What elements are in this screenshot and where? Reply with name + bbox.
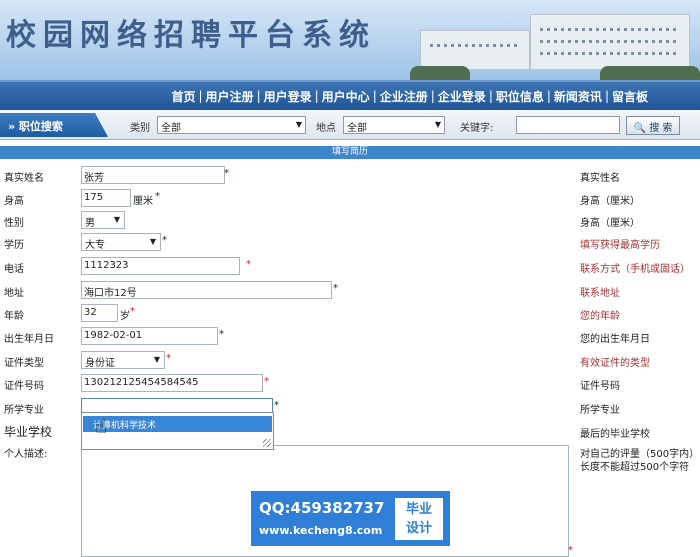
birthdate-hint: 您的出生年月日 [580,334,650,345]
watermark-url: www.kecheng8.com [259,524,383,537]
nav-guestbook[interactable]: 留言板 [612,88,648,105]
education-select[interactable]: 大专 ▼ [81,233,161,251]
gender-select[interactable]: 男 ▼ [81,211,125,229]
hand-cursor-icon: ☝ [95,414,108,438]
row-birthdate: 出生年月日 1982-02-01 * 您的出生年月日 [4,327,650,345]
search-button[interactable]: 🔍 搜 索 [626,116,680,135]
row-height: 身高 175 厘米 * 身高（厘米） [4,189,640,207]
phone-hint: 联系方式（手机或固话） [580,264,690,275]
row-education: 学历 大专 ▼ * 填写获得最高学历 [4,233,660,251]
phone-input[interactable]: 1112323 [81,257,240,275]
row-age: 年龄 32 岁 * 您的年龄 [4,304,620,322]
building-windows-3 [540,52,680,55]
major-suggestion-list: 计算机科学技术 [81,412,274,450]
trees-left [410,66,470,80]
watermark-tag: 毕业 设计 [395,498,443,540]
gender-hint: 身高（厘米） [580,218,640,229]
age-input[interactable]: 32 [81,304,118,322]
nav-jobs[interactable]: 职位信息 [496,88,544,105]
address-input[interactable]: 海口市12号 [81,281,332,299]
row-name: 真实姓名 张芳 * 真实性名 [4,166,620,184]
nav-home[interactable]: 首页 [171,88,195,105]
nav-company-login[interactable]: 企业登录 [438,88,486,105]
row-id-type: 证件类型 身份证 ▼ * 有效证件的类型 [4,351,650,369]
resize-grip-icon[interactable] [263,439,271,447]
banner: 校园网络招聘平台系统 [0,0,700,80]
watermark: QQ:459382737 www.kecheng8.com 毕业 设计 [251,491,450,546]
height-label: 身高 [4,196,24,207]
height-hint: 身高（厘米） [580,196,640,207]
section-title: 填写简历 [0,146,700,159]
search-icon: 🔍 [633,123,647,134]
age-label: 年龄 [4,311,24,322]
id-number-input[interactable]: 130212125454584545 [81,374,263,392]
site-title: 校园网络招聘平台系统 [6,18,376,53]
height-input[interactable]: 175 [81,189,131,207]
name-hint: 真实性名 [580,173,620,184]
chevron-down-icon: ▼ [153,355,160,364]
trees-right [600,66,700,80]
watermark-qq: QQ:459382737 [259,499,385,517]
row-id-number: 证件号码 130212125454584545 * 证件号码 [4,374,620,392]
chevron-down-icon: ▼ [295,120,302,129]
phone-label: 电话 [4,264,24,275]
row-address: 地址 海口市12号 * 联系地址 [4,281,620,299]
nav-news[interactable]: 新闻资讯 [554,88,602,105]
birthdate-label: 出生年月日 [4,334,54,345]
suggestion-item[interactable]: 计算机科学技术 [83,416,272,432]
address-hint: 联系地址 [580,288,620,299]
height-unit: 厘米 [133,196,153,207]
search-bar: » 职位搜索 类别 全部 ▼ 地点 全部 ▼ 关键字: 🔍 搜 索 [0,110,700,140]
building-left [420,30,530,70]
category-label: 类别 [130,123,150,134]
nav-user-center[interactable]: 用户中心 [322,88,370,105]
building-windows-2 [540,40,680,43]
building-windows-4 [430,44,520,47]
school-hint: 最后的毕业学校 [580,429,650,440]
nav-user-register[interactable]: 用户注册 [206,88,254,105]
job-search-tab[interactable]: » 职位搜索 [0,113,108,137]
chevron-down-icon: ▼ [149,237,156,246]
id-number-label: 证件号码 [4,381,44,392]
chevron-down-icon: ▼ [434,120,441,129]
nav-company-register[interactable]: 企业注册 [380,88,428,105]
id-type-select[interactable]: 身份证 ▼ [81,351,165,369]
age-unit: 岁 [120,311,130,322]
keyword-label: 关键字: [460,123,494,134]
gender-label: 性别 [4,218,24,229]
school-label: 毕业学校 [4,425,53,439]
name-input[interactable]: 张芳 [81,166,225,184]
address-label: 地址 [4,288,24,299]
main-nav: 首页 | 用户注册 | 用户登录 | 用户中心 | 企业注册 | 企业登录 | … [0,80,700,110]
row-gender: 性别 男 ▼ 身高（厘米） [0,210,700,232]
description-hint-2: 长度不能超过500个字符 [580,462,690,473]
education-hint: 填写获得最高学历 [580,240,660,251]
description-label: 个人描述: [4,449,48,460]
id-number-hint: 证件号码 [580,381,620,392]
education-label: 学历 [4,240,24,251]
birthdate-input[interactable]: 1982-02-01 [81,327,218,345]
building-windows-1 [540,28,680,31]
location-select[interactable]: 全部 ▼ [343,116,445,134]
id-type-label: 证件类型 [4,358,44,369]
chevron-down-icon: ▼ [113,215,120,224]
row-phone: 电话 1112323 * 联系方式（手机或固话） [4,257,690,275]
major-label: 所学专业 [4,405,44,416]
nav-user-login[interactable]: 用户登录 [264,88,312,105]
location-label: 地点 [316,123,336,134]
id-type-hint: 有效证件的类型 [580,358,650,369]
age-hint: 您的年龄 [580,311,620,322]
category-select[interactable]: 全部 ▼ [157,116,306,134]
name-label: 真实姓名 [4,173,44,184]
major-hint: 所学专业 [580,405,620,416]
keyword-input[interactable] [516,116,620,134]
